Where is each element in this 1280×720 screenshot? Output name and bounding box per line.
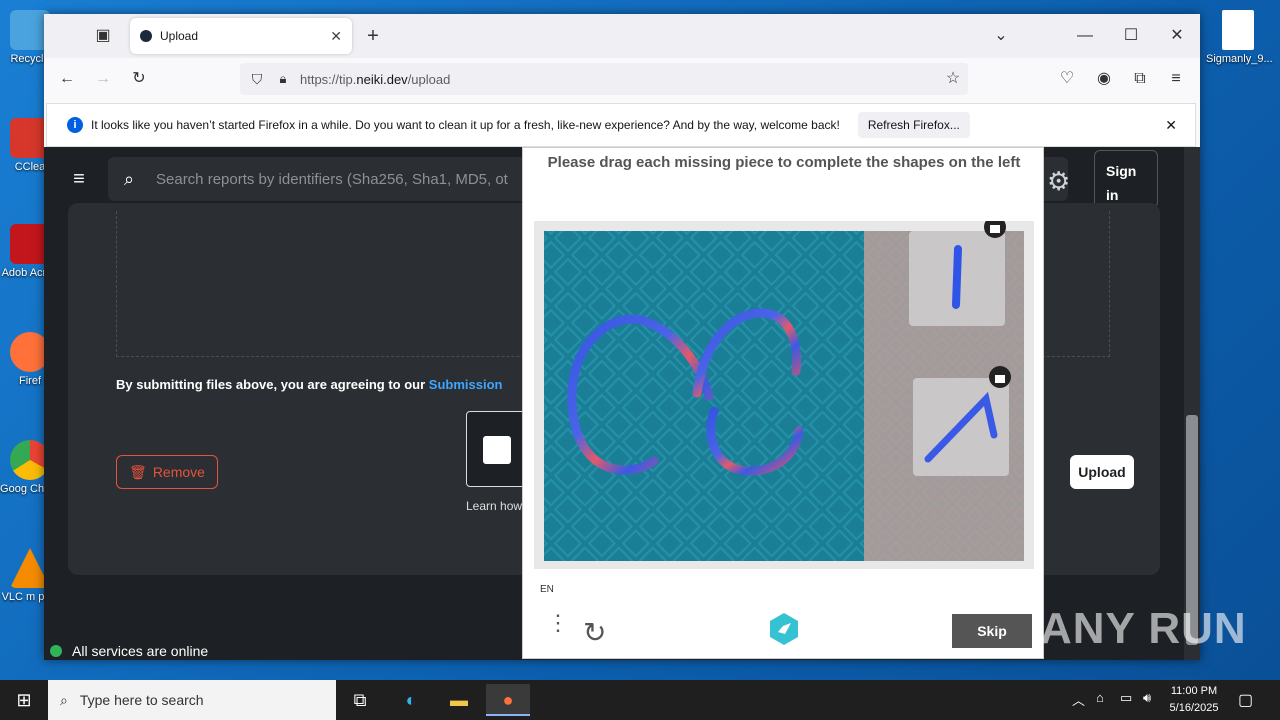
video-camera-icon <box>483 436 511 464</box>
windows-start-icon[interactable]: ⊞ <box>0 680 48 720</box>
more-options-icon[interactable]: ⋮ <box>547 612 569 634</box>
lock-icon[interactable]: 🔒︎ <box>270 66 296 92</box>
forward-icon[interactable]: → <box>90 66 116 92</box>
submission-terms-link[interactable]: Submission <box>429 377 503 392</box>
wifi-icon[interactable]: ▭ <box>1120 690 1132 706</box>
hcaptcha-logo-icon <box>770 613 798 645</box>
upload-button[interactable]: Upload <box>1070 455 1134 489</box>
maximize-icon[interactable]: ☐ <box>1118 23 1144 49</box>
bookmark-star-icon[interactable]: ☆ <box>940 66 966 92</box>
shield-icon[interactable]: ⛉ <box>244 66 270 92</box>
url-bar[interactable]: ⛉ 🔒︎ https://tip. neiki.dev/upload ☆ <box>240 63 968 95</box>
piece-1-shape <box>952 245 962 309</box>
file-explorer-icon[interactable]: ▬ <box>437 684 481 716</box>
new-tab-icon[interactable]: + <box>360 23 386 49</box>
task-view-icon[interactable]: ⧉ <box>338 684 382 716</box>
captcha-dialog: Please drag each missing piece to comple… <box>522 147 1044 659</box>
captcha-puzzle-image <box>544 216 1024 561</box>
edge-icon[interactable]: ◐ <box>389 684 433 716</box>
account-icon[interactable]: ◉ <box>1091 66 1117 92</box>
refresh-notification-bar: i It looks like you haven’t started Fire… <box>46 103 1196 147</box>
list-tabs-icon[interactable]: ⌄ <box>988 23 1014 49</box>
puzzle-canvas <box>544 231 864 561</box>
refresh-challenge-icon[interactable]: ↻ <box>583 616 606 649</box>
captcha-instructions: Please drag each missing piece to comple… <box>547 154 1021 171</box>
taskbar: ⊞ ⌕ Type here to search ⧉ ◐ ▬ ● ︿ ⌂ ▭ 🔊︎… <box>0 680 1280 720</box>
remove-button[interactable]: 🗑︎ Remove <box>116 455 218 489</box>
menu-icon[interactable]: ≡ <box>1163 66 1189 92</box>
reload-icon[interactable]: ↻ <box>126 66 152 92</box>
hamburger-menu-icon[interactable]: ≡ <box>66 166 92 192</box>
terms-agreement: By submitting files above, you are agree… <box>116 377 503 392</box>
page-scrollbar[interactable] <box>1184 147 1200 660</box>
close-window-icon[interactable]: ✕ <box>1164 23 1190 49</box>
tab-overview-icon[interactable]: ▣ <box>90 23 116 49</box>
settings-gear-icon[interactable]: ⚙ <box>1047 166 1070 197</box>
file-icon <box>1222 10 1254 50</box>
status-ok-icon <box>50 645 62 657</box>
taskbar-search-box[interactable]: ⌕ Type here to search <box>48 680 336 720</box>
sign-in-button[interactable]: Sign in <box>1094 150 1158 208</box>
close-notification-icon[interactable]: ✕ <box>1165 117 1177 134</box>
search-icon: ⌕ <box>60 691 68 708</box>
site-favicon-icon <box>140 30 152 42</box>
close-tab-icon[interactable]: ✕ <box>330 28 342 45</box>
anyrun-watermark: ANY RUN <box>1040 604 1247 653</box>
volume-icon[interactable]: 🔊︎ <box>1143 690 1151 706</box>
network-icon[interactable]: ⌂ <box>1096 690 1104 705</box>
notifications-icon[interactable]: ▢ <box>1238 690 1253 710</box>
tab-bar: ▣ Upload ✕ + ⌄ — ☐ ✕ <box>44 14 1200 58</box>
learn-how-link[interactable]: Learn how <box>466 499 522 513</box>
tab-upload[interactable]: Upload ✕ <box>130 18 352 54</box>
system-clock[interactable]: 11:00 PM 5/16/2025 <box>1162 683 1226 717</box>
trash-icon: 🗑︎ <box>129 463 147 480</box>
skip-button[interactable]: Skip <box>952 614 1032 648</box>
service-status: All services are online <box>50 643 208 659</box>
info-icon: i <box>67 117 83 133</box>
pocket-icon[interactable]: ♡ <box>1054 66 1080 92</box>
show-hidden-icons[interactable]: ︿ <box>1072 690 1085 709</box>
captcha-challenge <box>534 216 1034 569</box>
minimize-icon[interactable]: — <box>1072 23 1098 49</box>
video-thumbnail[interactable] <box>466 411 526 487</box>
nav-bar: ← → ↻ ⛉ 🔒︎ https://tip. neiki.dev/upload … <box>44 58 1200 102</box>
search-icon: ⌕ <box>123 169 135 189</box>
refresh-firefox-button[interactable]: Refresh Firefox... <box>857 112 970 138</box>
language-selector[interactable]: EN <box>540 584 554 595</box>
desktop-icon-sigmanly-file[interactable]: Sigmanly_9... <box>1206 10 1273 67</box>
firefox-taskbar-icon[interactable]: ● <box>486 684 530 716</box>
back-icon[interactable]: ← <box>54 66 80 92</box>
extensions-icon[interactable]: ⧉ <box>1127 66 1153 92</box>
